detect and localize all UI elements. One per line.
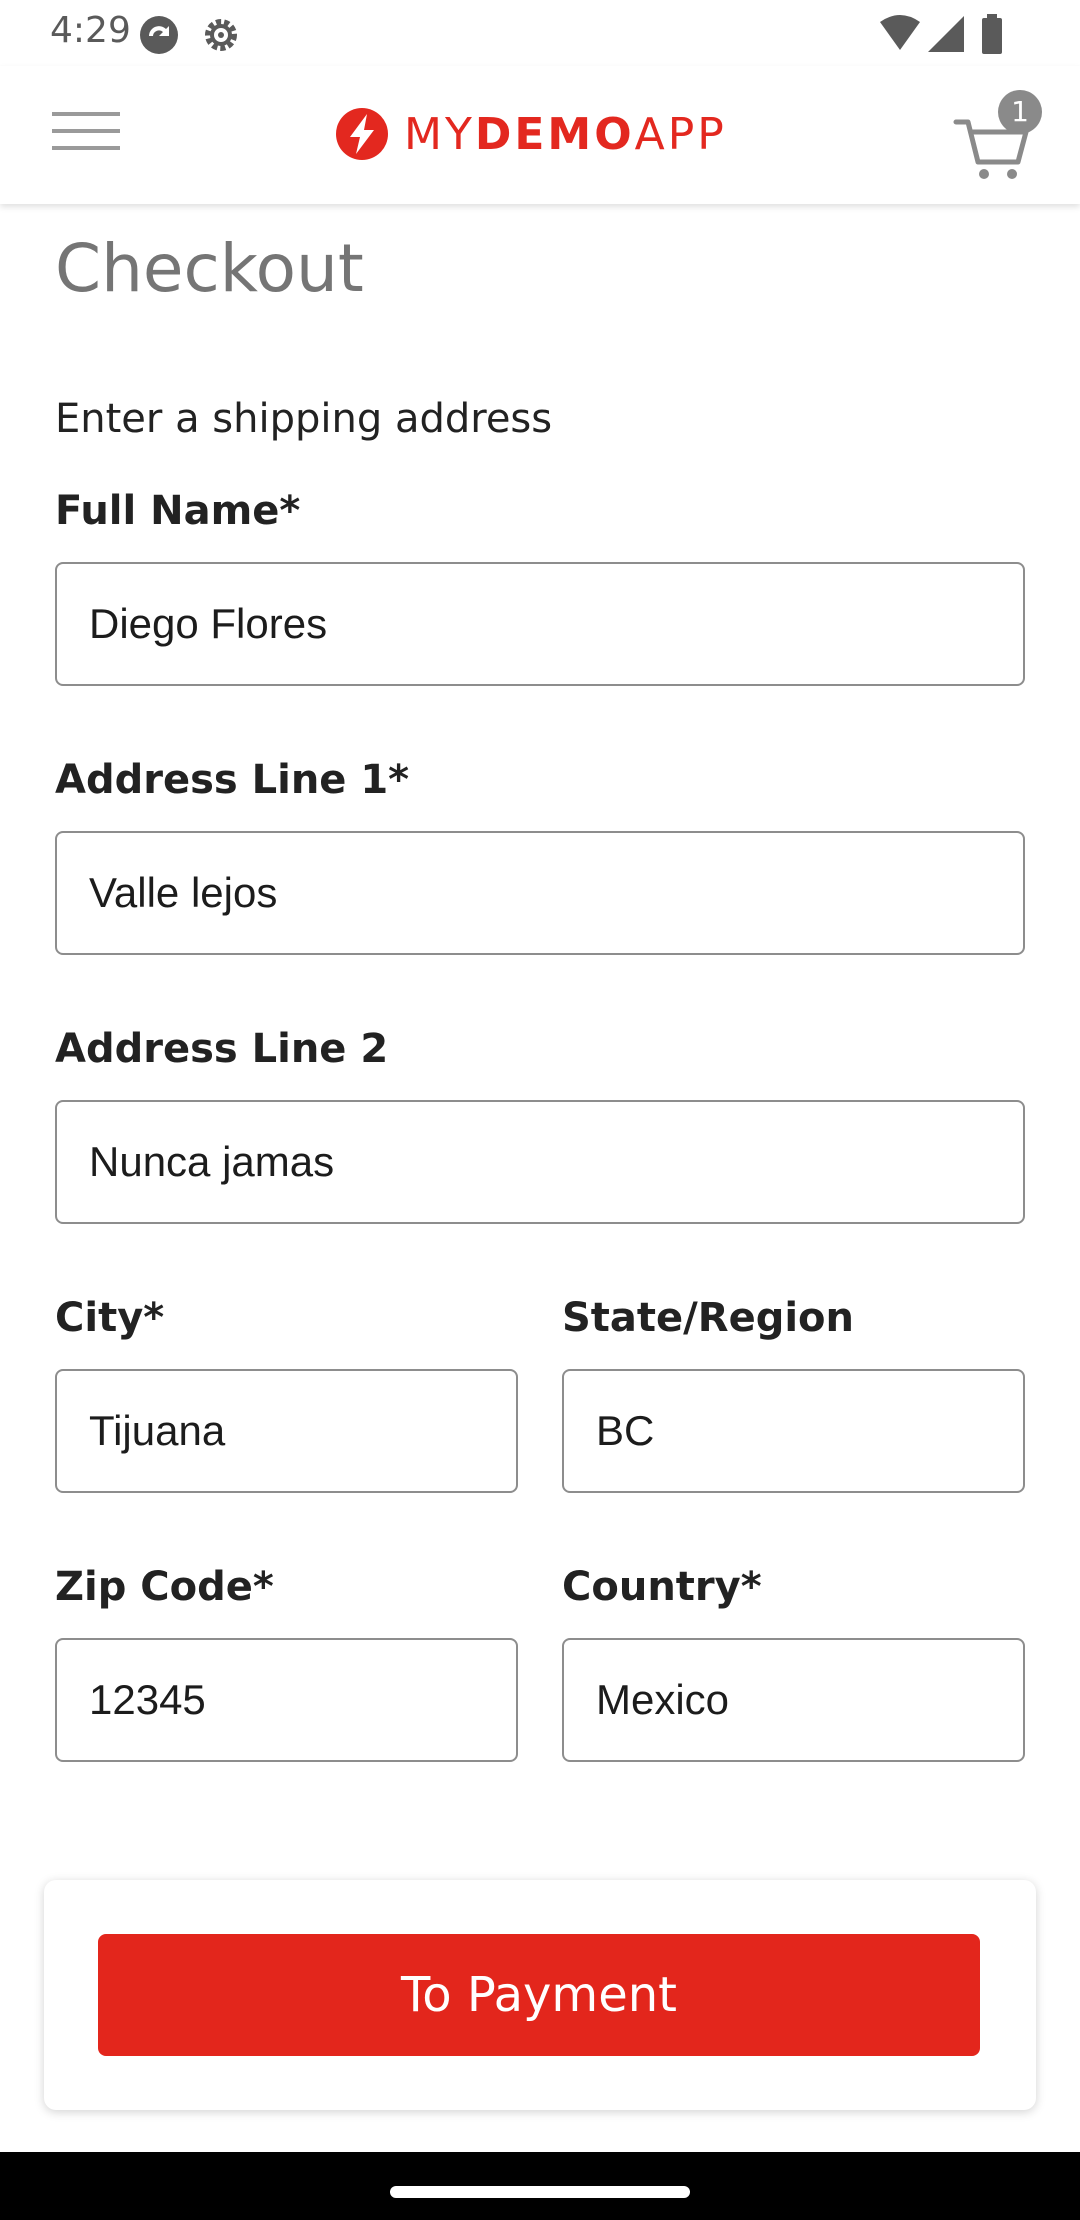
address-line1-label: Address Line 1*: [55, 757, 410, 803]
logo-text-my: MY: [404, 108, 475, 160]
zip-code-label: Zip Code*: [55, 1564, 274, 1610]
status-bar: 4:29: [0, 0, 1080, 66]
status-time: 4:29: [50, 10, 131, 51]
logo-text: MY DEMO APP: [404, 109, 727, 160]
full-name-input[interactable]: [55, 562, 1025, 686]
cart-button[interactable]: 1: [952, 90, 1052, 190]
logo-text-app: APP: [634, 108, 727, 160]
cart-count-badge: 1: [998, 90, 1042, 134]
footer-card: To Payment: [44, 1880, 1036, 2110]
city-input[interactable]: [55, 1369, 518, 1493]
menu-icon-line: [52, 146, 120, 150]
zip-code-input[interactable]: [55, 1638, 518, 1762]
system-nav-bar: [0, 2152, 1080, 2220]
logo-text-demo: DEMO: [474, 108, 635, 160]
wifi-icon: [878, 14, 920, 54]
city-label: City*: [55, 1295, 165, 1341]
battery-icon: [980, 14, 1020, 54]
settings-icon: [200, 14, 240, 54]
country-label: Country*: [562, 1564, 762, 1610]
address-line1-input[interactable]: [55, 831, 1025, 955]
state-region-label: State/Region: [562, 1295, 855, 1341]
app-logo: MY DEMO APP: [334, 104, 727, 164]
address-line2-input[interactable]: [55, 1100, 1025, 1224]
country-input[interactable]: [562, 1638, 1025, 1762]
full-name-label: Full Name*: [55, 488, 301, 534]
home-indicator[interactable]: [390, 2186, 690, 2198]
section-heading: Enter a shipping address: [55, 396, 553, 442]
menu-icon-line: [52, 112, 120, 116]
page-title: Checkout: [55, 230, 364, 307]
state-region-input[interactable]: [562, 1369, 1025, 1493]
logo-bolt-icon: [336, 108, 388, 160]
app-header: MY DEMO APP 1: [0, 66, 1080, 204]
sync-icon: [138, 14, 178, 54]
menu-button[interactable]: [52, 112, 124, 156]
menu-icon-line: [52, 129, 120, 133]
to-payment-button[interactable]: To Payment: [98, 1934, 980, 2056]
address-line2-label: Address Line 2: [55, 1026, 389, 1072]
cell-signal-icon: [926, 14, 966, 54]
